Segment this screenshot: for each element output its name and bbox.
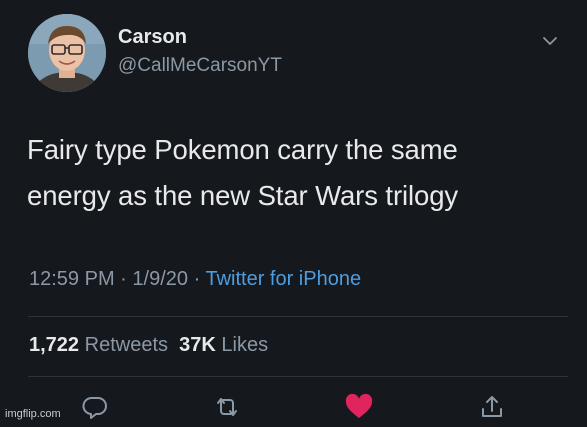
watermark: imgflip.com xyxy=(5,408,61,420)
retweets-count: 1,722 xyxy=(29,334,80,356)
tweet-meta: 12:59 PM · 1/9/20 · Twitter for iPhone xyxy=(29,268,361,291)
share-icon[interactable] xyxy=(477,392,507,422)
tweet-date[interactable]: 1/9/20 xyxy=(132,268,188,290)
likes-stat[interactable]: 37K Likes xyxy=(179,334,268,356)
divider xyxy=(28,316,568,317)
tweet-stats: 1,722 Retweets 37K Likes xyxy=(29,334,268,357)
author-handle[interactable]: @CallMeCarsonYT xyxy=(118,55,282,77)
tweet-card: Carson @CallMeCarsonYT Fairy type Pokemo… xyxy=(0,0,587,425)
author-name[interactable]: Carson xyxy=(118,26,187,49)
tweet-text-line: Fairy type Pokemon carry the same xyxy=(27,134,458,165)
action-bar xyxy=(0,392,587,422)
chevron-down-icon[interactable] xyxy=(540,34,560,48)
retweet-icon[interactable] xyxy=(212,392,242,422)
likes-count: 37K xyxy=(179,334,216,356)
avatar[interactable] xyxy=(28,14,106,92)
meta-separator: · xyxy=(120,268,127,290)
like-icon[interactable] xyxy=(344,392,374,422)
avatar-image xyxy=(28,14,106,92)
tweet-time[interactable]: 12:59 PM xyxy=(29,268,115,290)
divider xyxy=(28,376,568,377)
likes-label: Likes xyxy=(221,334,269,356)
tweet-text: Fairy type Pokemon carry the same energy… xyxy=(27,127,567,219)
retweets-label: Retweets xyxy=(84,334,168,356)
tweet-source-link[interactable]: Twitter for iPhone xyxy=(205,268,361,290)
retweets-stat[interactable]: 1,722 Retweets xyxy=(29,334,168,356)
meta-separator: · xyxy=(193,268,201,290)
reply-icon[interactable] xyxy=(80,392,110,422)
tweet-text-line: energy as the new Star Wars trilogy xyxy=(27,180,459,211)
